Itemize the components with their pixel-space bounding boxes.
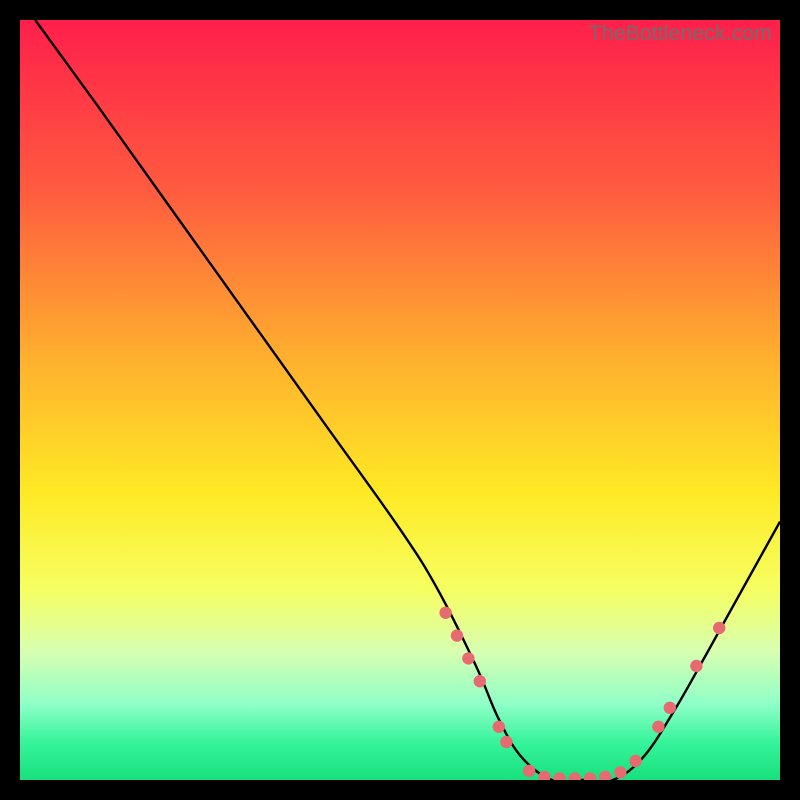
marker-dot <box>690 660 702 672</box>
marker-dot <box>462 652 474 664</box>
marker-dot <box>713 622 725 634</box>
marker-dot <box>652 721 664 733</box>
marker-dot <box>614 766 626 778</box>
bottleneck-chart <box>20 20 780 780</box>
gradient-background <box>20 20 780 780</box>
marker-dot <box>439 607 451 619</box>
marker-dot <box>493 721 505 733</box>
marker-dot <box>664 702 676 714</box>
marker-dot <box>523 765 535 777</box>
watermark-text: TheBottleneck.com <box>589 22 772 46</box>
chart-frame: TheBottleneck.com <box>20 20 780 780</box>
marker-dot <box>474 675 486 687</box>
marker-dot <box>500 736 512 748</box>
marker-dot <box>629 755 641 767</box>
marker-dot <box>451 629 463 641</box>
